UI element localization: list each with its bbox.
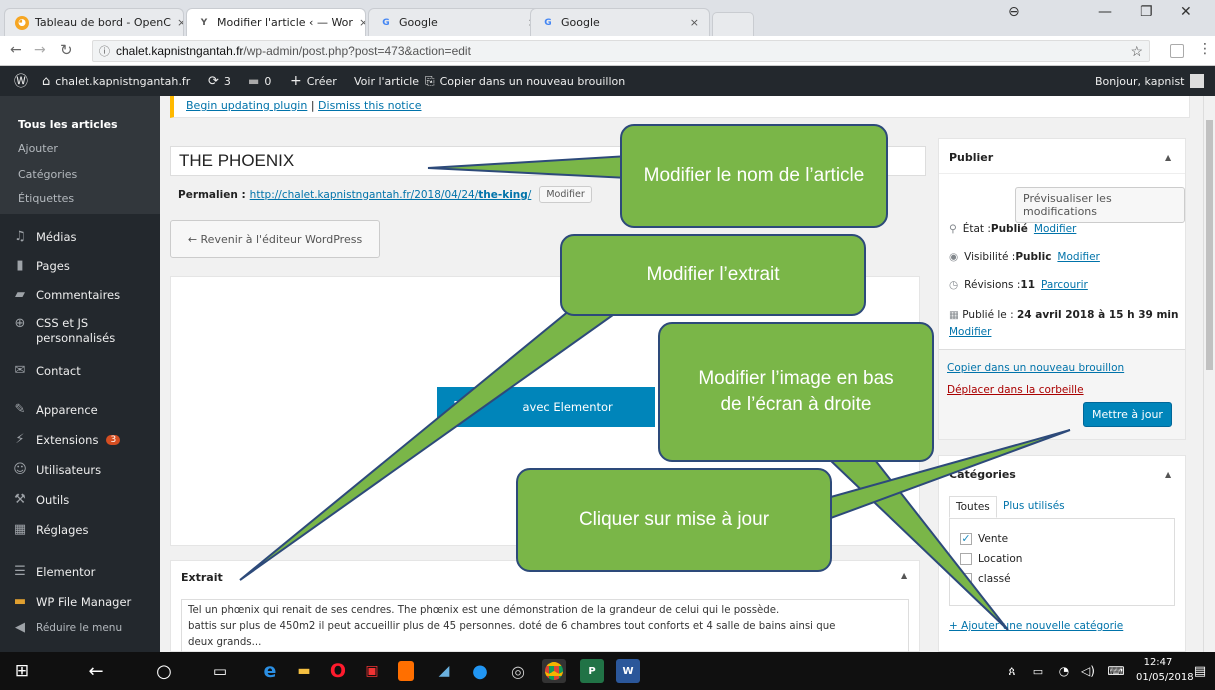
callout-rename-post: Modifier le nom de l’article <box>620 124 888 228</box>
edge-icon[interactable]: e <box>258 659 282 683</box>
keyboard-icon[interactable]: ⌨ <box>1104 659 1128 683</box>
notification-icon[interactable]: ▤ <box>1188 659 1212 683</box>
notes-app-icon[interactable]: ◢ <box>432 659 456 683</box>
wifi-icon[interactable]: ◔ <box>1052 659 1076 683</box>
system-clock[interactable]: 12:47 01/05/2018 <box>1136 656 1194 685</box>
clock-date: 01/05/2018 <box>1136 671 1194 683</box>
word-icon[interactable]: W <box>616 659 640 683</box>
battery-icon[interactable]: ▭ <box>1026 659 1050 683</box>
chrome-icon[interactable] <box>542 659 566 683</box>
callout-edit-excerpt: Modifier l’extrait <box>560 234 866 316</box>
people-icon[interactable]: ጰ <box>1000 659 1024 683</box>
callout-click-update: Cliquer sur mise à jour <box>516 468 832 572</box>
windows-taskbar: ⊞ ← ○ ▭ e ▬ O ▣ ◢ ● ◎ P W ጰ ▭ ◔ ◁) ⌨ 12:… <box>0 652 1215 690</box>
windows-start-icon[interactable]: ⊞ <box>10 659 34 683</box>
file-explorer-icon[interactable]: ▬ <box>292 659 316 683</box>
screen: ◕ Tableau de bord - OpenC × Y Modifier l… <box>0 0 1215 690</box>
cortana-icon[interactable]: ○ <box>152 659 176 683</box>
sublime-icon[interactable] <box>398 661 414 681</box>
callout-pointers <box>239 154 1071 631</box>
opera-icon[interactable]: O <box>326 659 350 683</box>
rename-pointer <box>427 154 629 180</box>
gift-app-icon[interactable]: ▣ <box>360 659 384 683</box>
callout-edit-image: Modifier l’image en bas de l’écran à dro… <box>658 322 934 462</box>
project-icon[interactable]: P <box>580 659 604 683</box>
clock-time: 12:47 <box>1143 657 1173 668</box>
back-arrow-icon[interactable]: ← <box>84 659 108 683</box>
volume-icon[interactable]: ◁) <box>1076 659 1100 683</box>
app-circle-icon[interactable]: ● <box>468 659 492 683</box>
app-at-icon[interactable]: ◎ <box>506 659 530 683</box>
task-view-icon[interactable]: ▭ <box>208 659 232 683</box>
